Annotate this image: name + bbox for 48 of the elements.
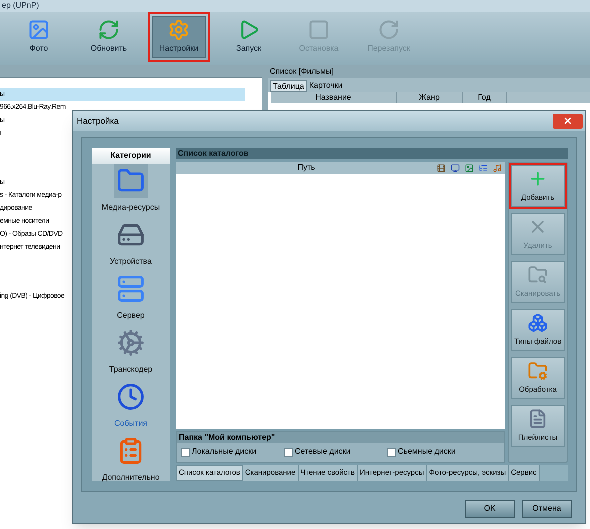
toolbar-button[interactable]: Фото (12, 16, 66, 58)
folder-icon (528, 264, 548, 285)
settings-icon (168, 19, 190, 41)
checkbox-label: Локальные диски (192, 446, 257, 458)
cubes-icon (528, 312, 548, 333)
categories-header: Категории (92, 148, 170, 164)
category-item[interactable]: Дополнительно (93, 434, 169, 488)
square-icon (308, 19, 330, 41)
photo-icon (28, 19, 50, 41)
clock-icon (117, 383, 145, 411)
restart-icon (378, 19, 400, 41)
gear-icon (117, 329, 145, 357)
close-icon (563, 116, 573, 126)
column-header[interactable]: Название (271, 92, 397, 103)
tree-icon[interactable] (479, 164, 488, 172)
toolbar-button[interactable]: Настройки (152, 16, 206, 58)
checkbox[interactable] (387, 448, 396, 456)
music-icon[interactable] (493, 164, 502, 172)
category-item[interactable]: Устройства (93, 218, 169, 272)
image-icon[interactable] (465, 164, 474, 172)
column-header[interactable]: Год (463, 92, 507, 103)
category-item[interactable]: Транскодер (93, 326, 169, 380)
checkbox[interactable] (284, 448, 293, 456)
folder-gear-icon (528, 360, 548, 381)
category-item[interactable]: Сервер (93, 272, 169, 326)
toolbar-button[interactable]: Запуск (222, 16, 276, 58)
checkbox-label: Сетевые диски (295, 446, 351, 458)
close-button[interactable] (553, 114, 583, 128)
pane-title: Список [Фильмы] (270, 66, 334, 78)
dialog-title: Настройка (77, 114, 119, 128)
checkbox[interactable] (181, 448, 190, 456)
film-icon[interactable] (437, 164, 446, 172)
tab[interactable]: Карточки (307, 80, 345, 92)
refresh-icon (98, 19, 120, 41)
dialog-button[interactable]: Отмена (522, 500, 572, 518)
section-header: Список каталогов (176, 148, 568, 159)
window-title: ер (UPnP) (2, 0, 40, 12)
group-title: Папка "Мой компьютер" (177, 432, 504, 443)
checkbox-label: Сьемные диски (398, 446, 456, 458)
column-header[interactable]: Жанр (397, 92, 463, 103)
document-icon (528, 408, 548, 429)
category-item[interactable]: Медиа-ресурсы (93, 164, 169, 218)
column-header[interactable]: Путь (176, 162, 505, 174)
toolbar-button[interactable]: Обновить (82, 16, 136, 58)
monitor-icon[interactable] (451, 164, 460, 172)
dialog-button[interactable]: OK (465, 500, 515, 518)
server-icon (117, 275, 145, 303)
tab[interactable]: Таблица (270, 80, 308, 92)
